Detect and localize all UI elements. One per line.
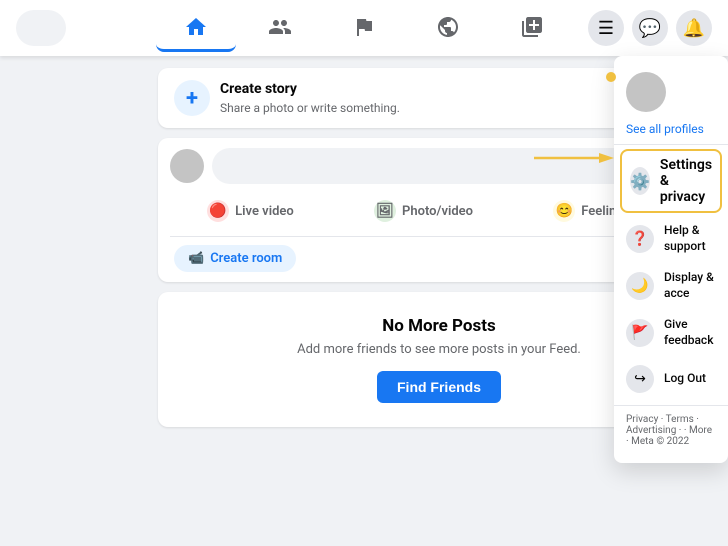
help-icon: ❓ — [626, 225, 654, 253]
display-label: Display & acce — [664, 270, 716, 301]
display-icon: 🌙 — [626, 272, 654, 300]
logout-label: Log Out — [664, 371, 706, 387]
photo-video-button[interactable]: 🖼 Photo/video — [362, 194, 485, 228]
create-room-button[interactable]: 📹 Create room — [174, 245, 296, 272]
create-story-title: Create story — [220, 81, 400, 97]
nav-left — [16, 10, 66, 46]
settings-privacy-highlighted[interactable]: ⚙️ Settings & privacy — [620, 149, 722, 213]
see-all-profiles-link[interactable]: See all profiles — [614, 120, 728, 145]
tab-friends[interactable] — [240, 4, 320, 52]
help-support-item[interactable]: ❓ Help & support — [614, 215, 728, 262]
tab-watch[interactable] — [324, 4, 404, 52]
feeling-icon: 😊 — [553, 200, 575, 222]
footer-links: Privacy · Terms · Advertising · · More ·… — [626, 414, 712, 447]
notifications-button[interactable]: 🔔 — [676, 10, 712, 46]
create-room-icon: 📹 — [188, 251, 204, 266]
create-story-plus-icon: + — [174, 80, 210, 116]
arrow-indicator-dot — [606, 72, 616, 82]
photo-video-label: Photo/video — [402, 204, 473, 219]
logout-icon: ↪ — [626, 365, 654, 393]
feedback-label: Give feedback — [664, 317, 716, 348]
create-story-text: Create story Share a photo or write some… — [220, 81, 400, 116]
feedback-item[interactable]: 🚩 Give feedback — [614, 309, 728, 356]
dropdown-header — [614, 64, 728, 120]
user-avatar — [170, 149, 204, 183]
feedback-icon: 🚩 — [626, 319, 654, 347]
arrow-indicator — [534, 148, 614, 172]
tab-marketplace[interactable] — [408, 4, 488, 52]
help-support-label: Help & support — [664, 223, 716, 254]
live-video-button[interactable]: 🔴 Live video — [195, 194, 306, 228]
logout-item[interactable]: ↪ Log Out — [614, 357, 728, 401]
search-bar[interactable] — [16, 10, 66, 46]
photo-icon: 🖼 — [374, 200, 396, 222]
find-friends-button[interactable]: Find Friends — [377, 371, 501, 403]
create-story-subtitle: Share a photo or write something. — [220, 101, 400, 115]
tab-home[interactable] — [156, 4, 236, 52]
messenger-button[interactable]: 💬 — [632, 10, 668, 46]
live-video-label: Live video — [235, 204, 294, 219]
settings-icon: ⚙️ — [630, 167, 650, 195]
dropdown-avatar — [626, 72, 666, 112]
settings-privacy-label: Settings & privacy — [660, 157, 712, 205]
left-sidebar — [0, 56, 150, 546]
display-item[interactable]: 🌙 Display & acce — [614, 262, 728, 309]
nav-right: ☰ 💬 🔔 — [588, 10, 712, 46]
create-room-label: Create room — [210, 251, 282, 266]
top-navigation: ☰ 💬 🔔 — [0, 0, 728, 56]
tab-groups[interactable] — [492, 4, 572, 52]
menu-button[interactable]: ☰ — [588, 10, 624, 46]
live-icon: 🔴 — [207, 200, 229, 222]
dropdown-menu: See all profiles ⚙️ Settings & privacy ❓… — [614, 56, 728, 463]
dropdown-footer: Privacy · Terms · Advertising · · More ·… — [614, 405, 728, 455]
nav-tabs — [156, 4, 572, 52]
